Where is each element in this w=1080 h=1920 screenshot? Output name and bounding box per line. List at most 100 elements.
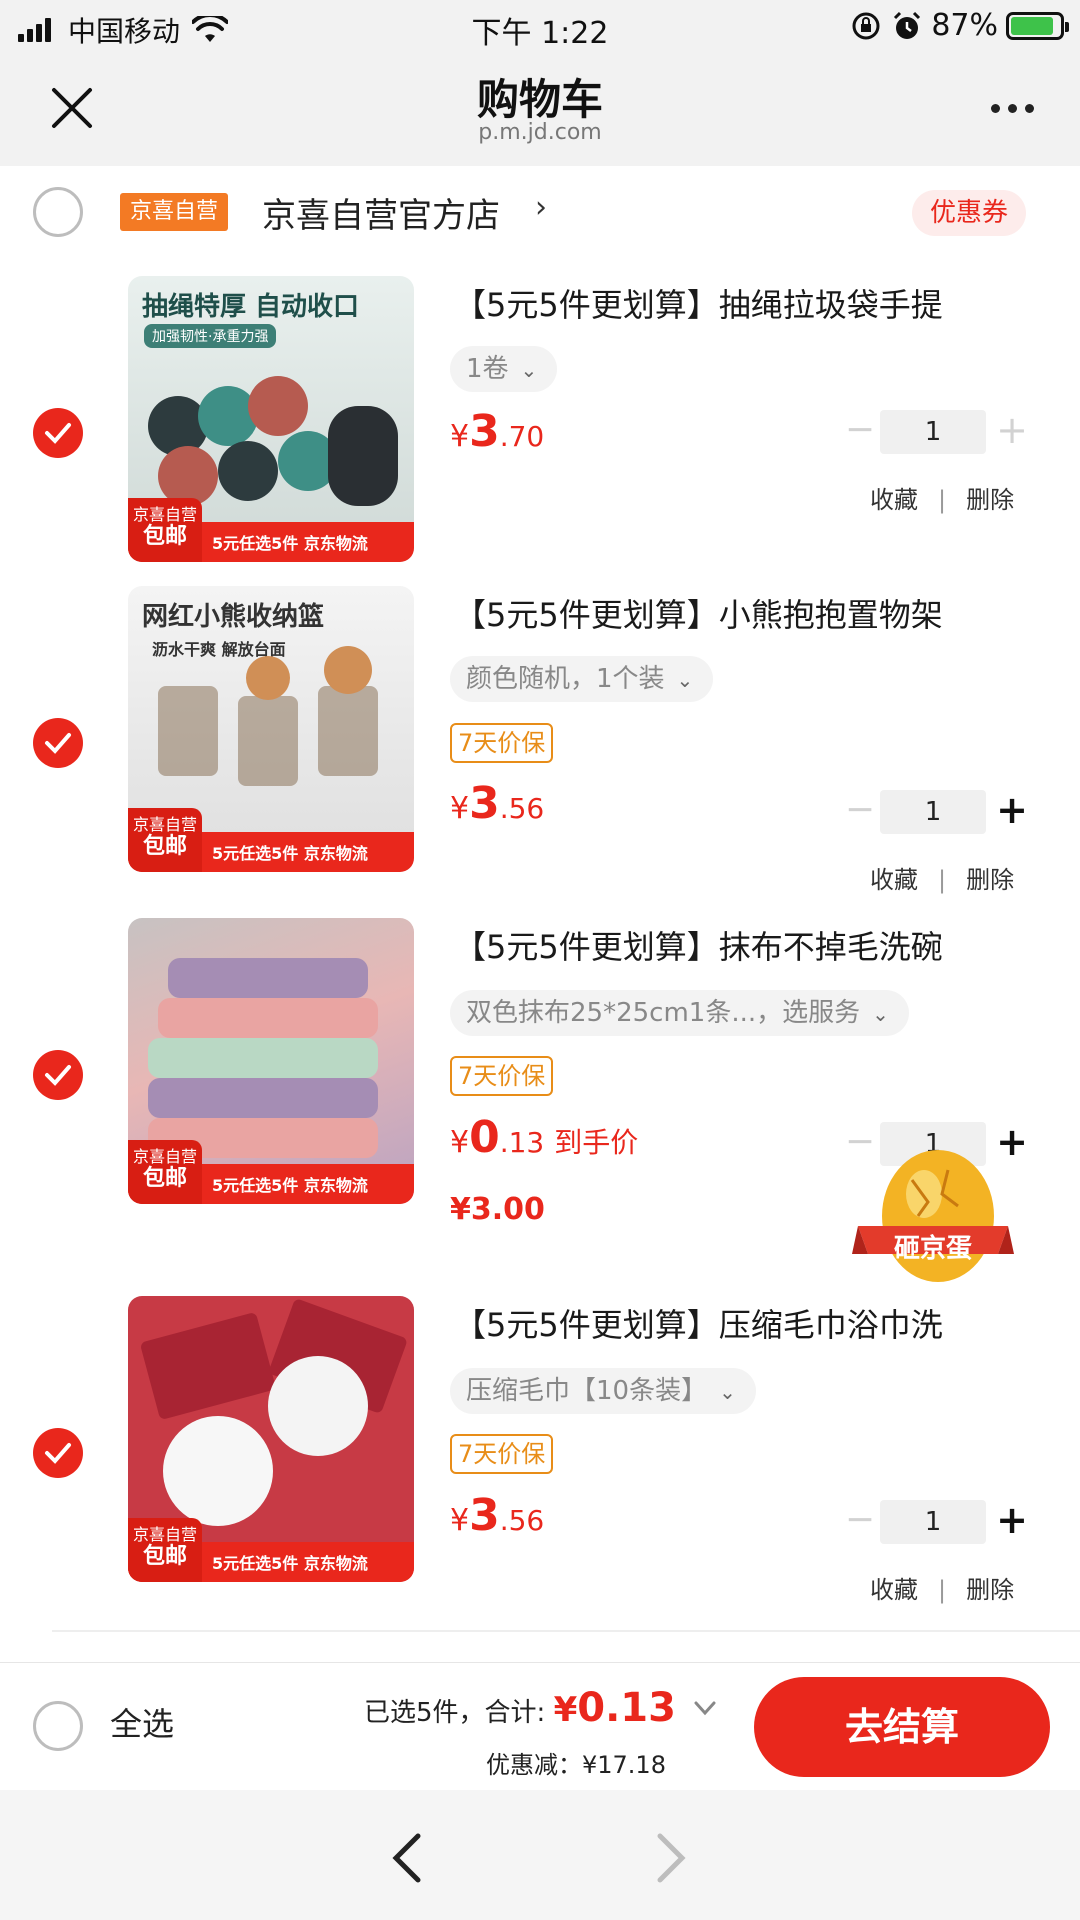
egg-label: 砸京蛋 <box>893 1234 972 1264</box>
tag-free-shipping: 包邮 <box>142 834 187 859</box>
price: ¥0.13 到手价 <box>450 1112 638 1163</box>
golden-egg-icon <box>852 1150 1014 1282</box>
quantity-input[interactable]: 1 <box>880 790 986 834</box>
plus-button[interactable]: + <box>992 790 1032 834</box>
page-header: 购物车 p.m.jd.com <box>0 54 1080 166</box>
product-title[interactable]: 【5元5件更划算】小熊抱抱置物架 <box>454 590 1054 636</box>
minus-button[interactable]: − <box>840 1500 880 1544</box>
back-arrow-icon[interactable] <box>388 1830 428 1886</box>
minus-button[interactable]: − <box>840 410 880 454</box>
price-int: 3 <box>469 406 500 457</box>
thumb-promo-tag: 京喜自营 包邮 5元任选5件 京东物流 <box>128 1518 414 1582</box>
delete-link[interactable]: 删除 <box>966 866 1014 894</box>
item-checkbox-checked[interactable] <box>33 1428 83 1478</box>
coupon-button[interactable]: 优惠券 <box>911 190 1026 236</box>
product-thumbnail[interactable]: 网红小熊收纳篮 沥水干爽 解放台面 京喜自营 包邮 5元任选5件 京东物流 <box>128 586 414 872</box>
plus-button[interactable]: + <box>992 1500 1032 1544</box>
browser-toolbar <box>0 1790 1080 1920</box>
tag-self-operated: 京喜自营 <box>132 1147 197 1166</box>
store-select-checkbox[interactable] <box>33 187 83 237</box>
quantity-stepper: − 1 + <box>840 1500 1030 1544</box>
forward-arrow-icon[interactable] <box>650 1830 690 1886</box>
select-all-label[interactable]: 全选 <box>110 1699 174 1745</box>
item-actions: 收藏 | 删除 <box>870 1576 1015 1604</box>
item-checkbox-checked[interactable] <box>33 1050 83 1100</box>
item-checkbox-checked[interactable] <box>33 718 83 768</box>
total-symbol: ¥ <box>553 1690 578 1730</box>
favorite-link[interactable]: 收藏 <box>870 1576 918 1604</box>
selected-summary: 已选5件，合计: ¥0.13 <box>364 1685 676 1731</box>
tag-free-shipping: 包邮 <box>142 524 187 549</box>
smash-egg-widget[interactable]: 砸京蛋 <box>852 1150 1014 1290</box>
spec-label: 1卷 <box>466 354 509 384</box>
chevron-down-icon[interactable] <box>690 1693 720 1723</box>
thumb-headline: 抽绳特厚 自动收口 <box>142 292 360 322</box>
divider <box>52 1630 1080 1632</box>
spec-selector[interactable]: 颜色随机，1个装 ⌄ <box>450 656 714 702</box>
price-dec: .70 <box>499 420 545 453</box>
price-int: 3 <box>469 778 500 829</box>
product-title[interactable]: 【5元5件更划算】压缩毛巾浴巾洗 <box>454 1300 1054 1346</box>
delete-link[interactable]: 删除 <box>966 486 1014 514</box>
spec-label: 双色抹布25*25cm1条...，选服务 <box>466 998 861 1028</box>
store-header: 京喜自营 京喜自营官方店 › 优惠券 <box>0 166 1080 258</box>
price-symbol: ¥ <box>450 419 470 454</box>
price-dec: .13 <box>499 1126 545 1159</box>
spec-label: 压缩毛巾【10条装】 <box>466 1376 708 1406</box>
delete-link[interactable]: 删除 <box>966 1576 1014 1604</box>
product-thumbnail[interactable]: 抽绳特厚 自动收口 加强韧性·承重力强 京喜自营 包邮 5元任选5件 京东物流 <box>128 276 414 562</box>
spec-label: 颜色随机，1个装 <box>466 664 665 694</box>
product-thumbnail[interactable]: 京喜自营 包邮 5元任选5件 京东物流 <box>128 1296 414 1582</box>
alarm-icon <box>894 11 921 39</box>
spec-selector[interactable]: 1卷 ⌄ <box>450 346 558 392</box>
rotation-lock-icon <box>852 12 880 39</box>
cart-item: 网红小熊收纳篮 沥水干爽 解放台面 京喜自营 包邮 5元任选5件 京东物流 【5元… <box>0 568 1080 900</box>
tag-self-operated: 京喜自营 <box>132 1525 197 1544</box>
minus-button[interactable]: − <box>840 790 880 834</box>
plus-button[interactable]: + <box>992 410 1032 454</box>
item-actions: 收藏 | 删除 <box>870 866 1015 894</box>
cart-item: 抽绳特厚 自动收口 加强韧性·承重力强 京喜自营 包邮 5元任选5件 京东物流 【… <box>0 258 1080 568</box>
tag-free-shipping: 包邮 <box>142 1544 187 1569</box>
battery-icon <box>1006 11 1069 40</box>
price-dec: .56 <box>499 792 545 825</box>
price-guarantee-badge: 7天价保 <box>450 1056 554 1096</box>
chevron-down-icon: ⌄ <box>872 1002 889 1026</box>
total-price: ¥0.13 <box>554 1685 676 1731</box>
tag-self-operated: 京喜自营 <box>132 815 197 834</box>
quantity-stepper: − 1 + <box>840 790 1030 834</box>
battery-percent: 87% <box>931 8 998 43</box>
item-checkbox-checked[interactable] <box>33 408 83 458</box>
chevron-down-icon: ⌄ <box>719 1380 736 1404</box>
thumb-promo-tag: 京喜自营 包邮 5元任选5件 京东物流 <box>128 808 414 872</box>
price-dec: .56 <box>499 1504 545 1537</box>
page-title: 购物车 <box>476 75 603 124</box>
checkout-button[interactable]: 去结算 <box>754 1677 1050 1777</box>
spec-selector[interactable]: 压缩毛巾【10条装】 ⌄ <box>450 1368 756 1414</box>
price-guarantee-badge: 7天价保 <box>450 723 554 763</box>
store-name-link[interactable]: 京喜自营官方店 <box>262 188 500 237</box>
tag-promo-text: 5元任选5件 京东物流 <box>212 1554 368 1573</box>
product-title[interactable]: 【5元5件更划算】抽绳拉圾袋手提 <box>454 280 1054 326</box>
discount-summary: 优惠减：¥17.18 <box>486 1751 666 1779</box>
product-title[interactable]: 【5元5件更划算】抹布不掉毛洗碗 <box>454 922 1054 968</box>
quantity-input[interactable]: 1 <box>880 1500 986 1544</box>
quantity-input[interactable]: 1 <box>880 410 986 454</box>
price: ¥3.70 <box>450 406 544 457</box>
select-all-checkbox[interactable] <box>33 1701 83 1751</box>
chevron-down-icon: ⌄ <box>520 358 538 382</box>
price: ¥3.56 <box>450 1490 544 1541</box>
favorite-link[interactable]: 收藏 <box>870 866 918 894</box>
product-thumbnail[interactable]: 京喜自营 包邮 5元任选5件 京东物流 <box>128 918 414 1204</box>
tag-promo-text: 5元任选5件 京东物流 <box>212 1176 368 1195</box>
price-suffix: 到手价 <box>554 1126 639 1159</box>
spec-selector[interactable]: 双色抹布25*25cm1条...，选服务 ⌄ <box>450 990 909 1036</box>
tag-free-shipping: 包邮 <box>142 1166 187 1191</box>
favorite-link[interactable]: 收藏 <box>870 486 918 514</box>
more-icon[interactable] <box>983 104 1034 113</box>
tag-promo-text: 5元任选5件 京东物流 <box>212 844 368 863</box>
price: ¥3.56 <box>450 778 544 829</box>
status-right: 87% <box>851 8 1069 43</box>
price-int: 0 <box>469 1112 500 1163</box>
price-int: 3 <box>469 1490 500 1541</box>
